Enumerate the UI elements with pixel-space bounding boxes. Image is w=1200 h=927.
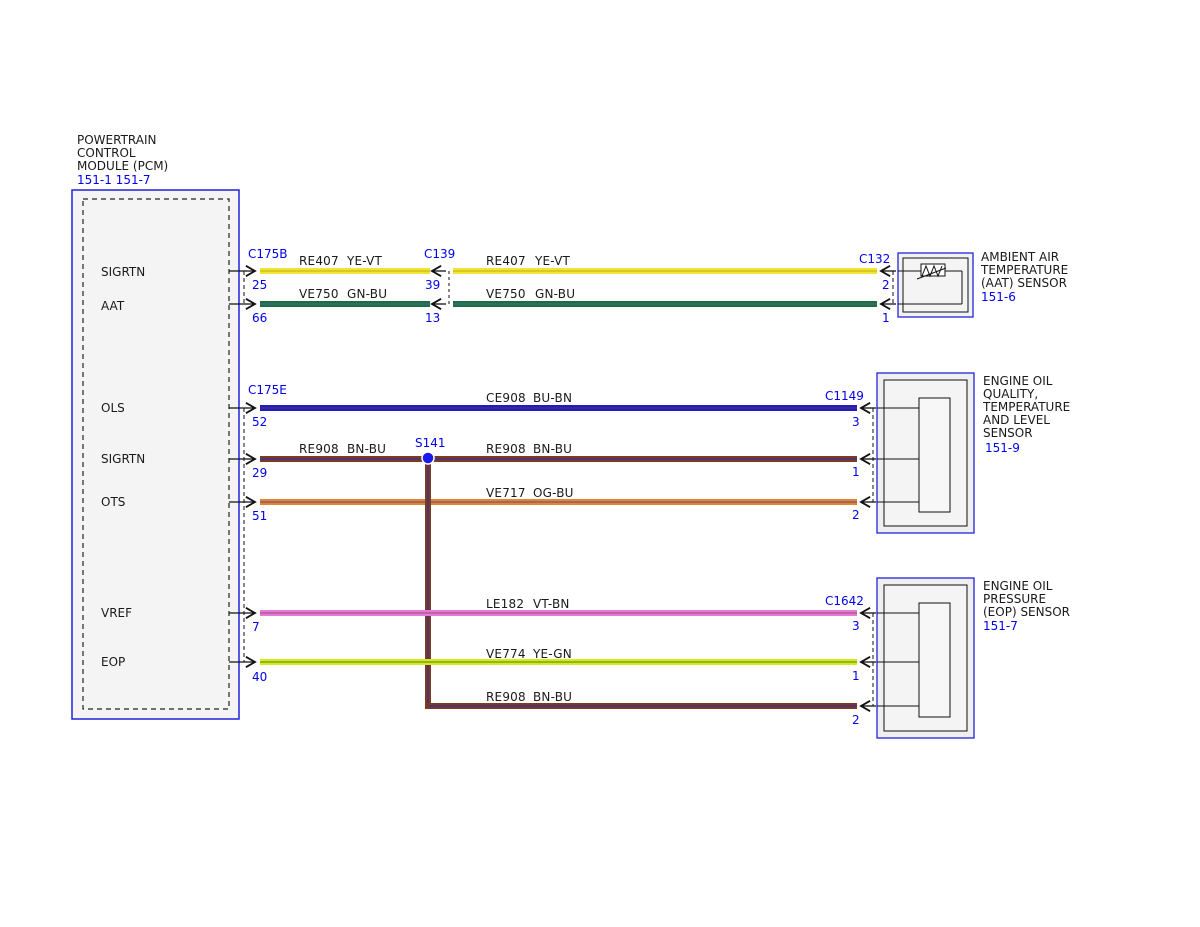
eoq-sensor-element: [918, 397, 951, 513]
connector-c175e[interactable]: C175E: [248, 383, 287, 397]
wire-color-code: GN-BU: [535, 287, 575, 301]
wiring-diagram: POWERTRAIN CONTROL MODULE (PCM) 151-1 15…: [71, 133, 1070, 739]
eoq-pin-number: 1: [852, 465, 860, 479]
wire-color-code: GN-BU: [347, 287, 387, 301]
eop-sensor-element: [918, 602, 951, 718]
pcm-pin-aat: AAT: [101, 299, 125, 313]
wire-re908-eoq-side[interactable]: [428, 456, 857, 462]
wire-circuit: RE908: [299, 442, 339, 456]
pcm-refs[interactable]: 151-1 151-7: [77, 173, 151, 187]
wire-circuit: RE407: [486, 254, 526, 268]
wire-circuit: RE908: [486, 690, 526, 704]
eoq-name-line-4: AND LEVEL: [983, 413, 1050, 427]
pcm-pin-number: 25: [252, 278, 267, 292]
wire-ce908[interactable]: [260, 405, 857, 411]
connector-c132[interactable]: C132: [859, 252, 890, 266]
eoq-name-line-2: QUALITY,: [983, 387, 1038, 401]
wire-re908-splice-drop[interactable]: [425, 459, 431, 709]
eop-name-line-1: ENGINE OIL: [983, 579, 1053, 593]
wire-circuit: CE908: [486, 391, 526, 405]
connector-c139[interactable]: C139: [424, 247, 455, 261]
pcm-pin-vref: VREF: [101, 606, 132, 620]
wire-circuit: RE908: [486, 442, 526, 456]
eop-pin-number: 3: [852, 619, 860, 633]
splice-s141-dot[interactable]: [421, 451, 435, 465]
pcm-pin-ots: OTS: [101, 495, 125, 509]
eoq-pin-number: 3: [852, 415, 860, 429]
aat-pin-number: 1: [882, 311, 890, 325]
eop-ref[interactable]: 151-7: [983, 619, 1018, 633]
wire-re407-pcm-side[interactable]: [260, 268, 430, 274]
aat-name-line-1: AMBIENT AIR: [981, 250, 1059, 264]
wire-color-code: BU-BN: [533, 391, 572, 405]
eop-pin-number: 1: [852, 669, 860, 683]
pcm-pin-number: 52: [252, 415, 267, 429]
pcm-pin-ols: OLS: [101, 401, 125, 415]
wire-ve750-sensor-side[interactable]: [453, 301, 877, 307]
wire-color-code: YE-VT: [534, 254, 571, 268]
wire-circuit: VE717: [486, 486, 526, 500]
eop-pin-number: 2: [852, 713, 860, 727]
eoq-sensor: ENGINE OIL QUALITY, TEMPERATURE AND LEVE…: [876, 372, 1070, 534]
pcm-title-line-1: POWERTRAIN: [77, 133, 157, 147]
aat-name-line-3: (AAT) SENSOR: [981, 276, 1067, 290]
eop-sensor: ENGINE OIL PRESSURE (EOP) SENSOR 151-7: [876, 577, 1070, 739]
eoq-name-line-1: ENGINE OIL: [983, 374, 1053, 388]
pcm-pin-number: 7: [252, 620, 260, 634]
pcm-outline: [71, 189, 240, 720]
c139-pin-number: 39: [425, 278, 440, 292]
eop-name-line-2: PRESSURE: [983, 592, 1046, 606]
aat-name-line-2: TEMPERATURE: [980, 263, 1068, 277]
pcm-pin-number: 66: [252, 311, 267, 325]
aat-sensor: AMBIENT AIR TEMPERATURE (AAT) SENSOR 151…: [897, 250, 1068, 318]
wire-color-code: YE-GN: [532, 647, 572, 661]
wire-circuit: VE774: [486, 647, 526, 661]
pcm-module: POWERTRAIN CONTROL MODULE (PCM) 151-1 15…: [71, 133, 240, 720]
pcm-pin-number: 40: [252, 670, 267, 684]
eoq-ref[interactable]: 151-9: [985, 441, 1020, 455]
connector-c1642[interactable]: C1642: [825, 594, 864, 608]
eoq-name-line-5: SENSOR: [983, 426, 1033, 440]
wire-re407-sensor-side[interactable]: [453, 268, 877, 274]
wire-re908-pcm-side[interactable]: [260, 456, 428, 462]
wire-color-code: BN-BU: [533, 690, 572, 704]
connector-c1149[interactable]: C1149: [825, 389, 864, 403]
connector-c175b[interactable]: C175B: [248, 247, 288, 261]
eop-name-line-3: (EOP) SENSOR: [983, 605, 1070, 619]
wire-color-code: VT-BN: [533, 597, 570, 611]
pcm-title-line-3: MODULE (PCM): [77, 159, 168, 173]
eoq-name-line-3: TEMPERATURE: [982, 400, 1070, 414]
splice-s141-label[interactable]: S141: [415, 436, 446, 450]
pcm-pin-sigrtn-2: SIGRTN: [101, 452, 145, 466]
wire-color-code: BN-BU: [533, 442, 572, 456]
pcm-title-line-2: CONTROL: [77, 146, 136, 160]
aat-pin-number: 2: [882, 278, 890, 292]
wire-color-code: OG-BU: [533, 486, 574, 500]
eoq-pin-number: 2: [852, 508, 860, 522]
wire-circuit: VE750: [299, 287, 339, 301]
wire-ve750-pcm-side[interactable]: [260, 301, 430, 307]
wire-circuit: VE750: [486, 287, 526, 301]
aat-ref[interactable]: 151-6: [981, 290, 1016, 304]
pcm-pin-eop: EOP: [101, 655, 125, 669]
pcm-pin-number: 51: [252, 509, 267, 523]
pcm-pin-sigrtn-1: SIGRTN: [101, 265, 145, 279]
wire-circuit: LE182: [486, 597, 524, 611]
c139-pin-number: 13: [425, 311, 440, 325]
pcm-pin-number: 29: [252, 466, 267, 480]
wire-color-code: YE-VT: [346, 254, 383, 268]
wire-color-code: BN-BU: [347, 442, 386, 456]
wire-circuit: RE407: [299, 254, 339, 268]
